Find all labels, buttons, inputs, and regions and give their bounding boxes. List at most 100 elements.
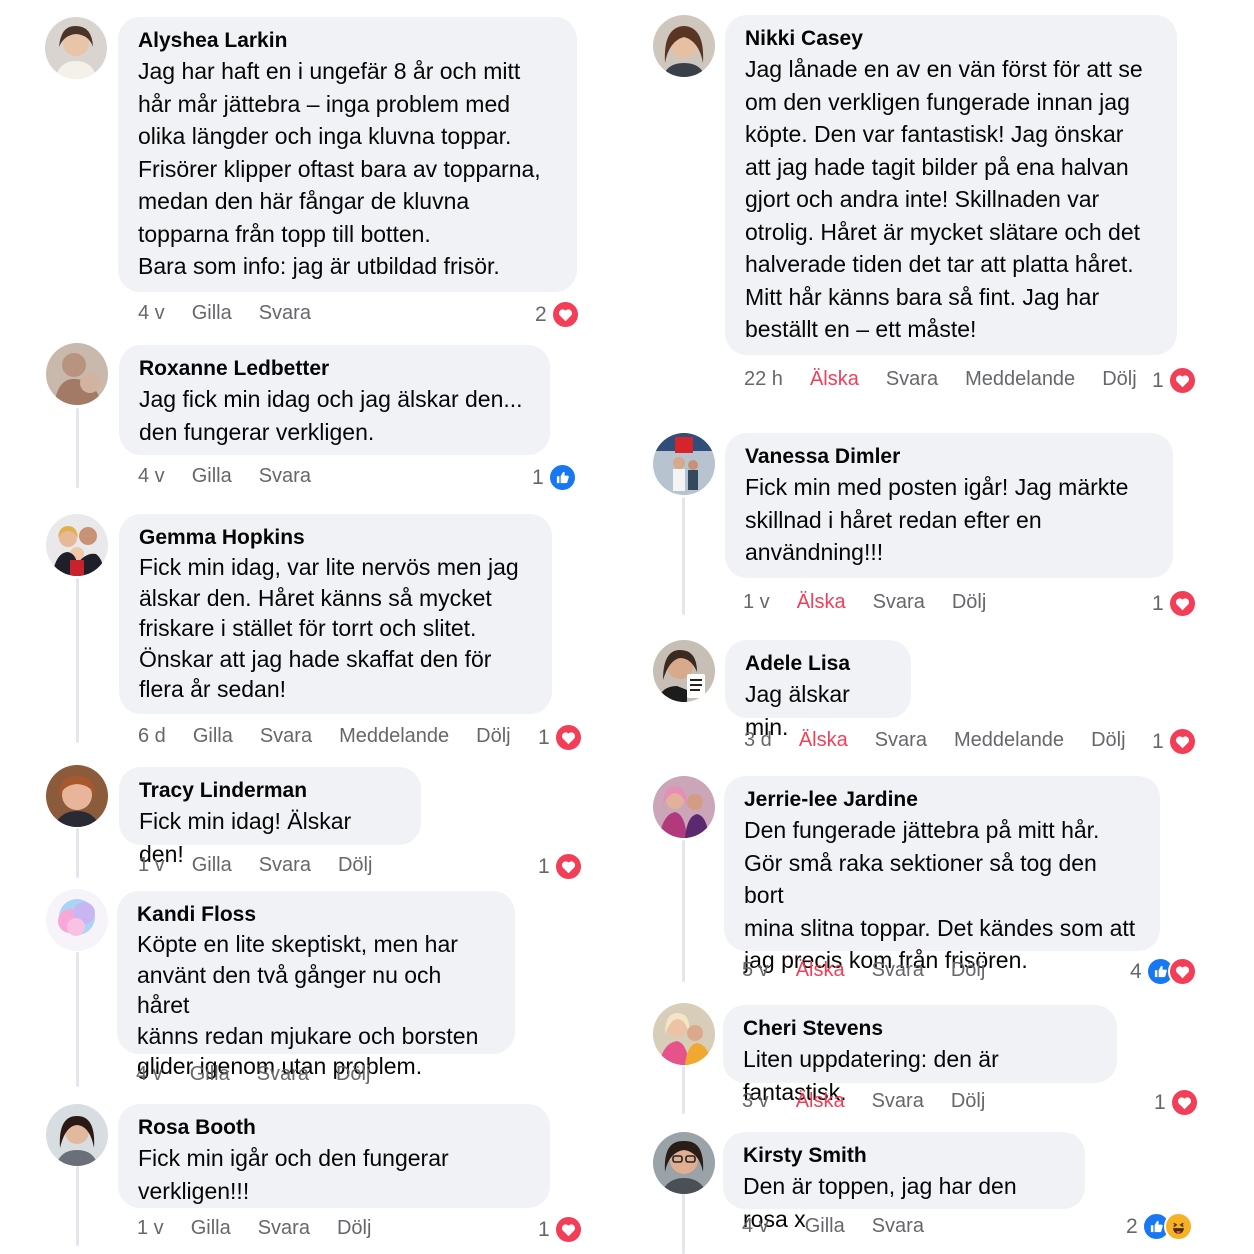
reply-action[interactable]: Svara: [257, 1063, 309, 1086]
commenter-name[interactable]: Gemma Hopkins: [139, 524, 532, 552]
reply-action[interactable]: Svara: [872, 1215, 924, 1238]
reaction-count: 1: [538, 854, 550, 878]
thread-line-right: [682, 497, 685, 615]
like-icon: [547, 463, 577, 492]
comment-time[interactable]: 5 v: [742, 959, 769, 982]
avatar[interactable]: [45, 17, 107, 79]
hide-action[interactable]: Dölj: [951, 1090, 985, 1113]
avatar[interactable]: [653, 640, 715, 702]
commenter-name[interactable]: Rosa Booth: [138, 1114, 530, 1142]
avatar[interactable]: [653, 776, 715, 838]
heart-icon: [1167, 727, 1197, 756]
message-action[interactable]: Meddelande: [954, 729, 1064, 752]
like-action[interactable]: Gilla: [192, 302, 232, 325]
comment-time[interactable]: 1 v: [138, 854, 165, 877]
hide-action[interactable]: Dölj: [476, 725, 510, 748]
avatar[interactable]: [46, 765, 108, 827]
comment-time[interactable]: 1 v: [137, 1217, 164, 1240]
love-action[interactable]: Älska: [799, 729, 848, 752]
heart-icon: [1167, 366, 1197, 395]
comment-bubble: Tracy Linderman Fick min idag! Älskar de…: [119, 767, 421, 867]
reaction-summary[interactable]: 1: [1154, 1088, 1199, 1117]
message-action[interactable]: Meddelande: [965, 368, 1075, 391]
reply-action[interactable]: Svara: [875, 729, 927, 752]
like-action[interactable]: Gilla: [191, 1217, 231, 1240]
like-action[interactable]: Gilla: [805, 1215, 845, 1238]
reaction-summary[interactable]: 1: [538, 1215, 583, 1244]
reply-action[interactable]: Svara: [258, 1217, 310, 1240]
reply-action[interactable]: Svara: [259, 302, 311, 325]
commenter-name[interactable]: Roxanne Ledbetter: [139, 355, 530, 383]
comment-actions: 22 h Älska Svara Meddelande Dölj: [744, 368, 1164, 391]
comment-actions: 3 v Älska Svara Dölj: [742, 1090, 1012, 1113]
comment-actions: 6 d Gilla Svara Meddelande Dölj: [138, 725, 538, 748]
reply-action[interactable]: Svara: [872, 959, 924, 982]
comment-time[interactable]: 4 v: [136, 1063, 163, 1086]
avatar[interactable]: [653, 15, 715, 77]
avatar[interactable]: [46, 514, 108, 576]
hide-action[interactable]: Dölj: [952, 591, 986, 614]
comment-time[interactable]: 1 v: [743, 591, 770, 614]
commenter-name[interactable]: Cheri Stevens: [743, 1015, 1097, 1043]
comment-actions: 1 v Gilla Svara Dölj: [138, 854, 399, 877]
avatar[interactable]: [46, 343, 108, 405]
like-action[interactable]: Gilla: [190, 1063, 230, 1086]
reaction-summary[interactable]: 1: [538, 723, 583, 752]
like-action[interactable]: Gilla: [193, 725, 233, 748]
avatar[interactable]: [653, 433, 715, 495]
commenter-name[interactable]: Kirsty Smith: [743, 1142, 1065, 1170]
hide-action[interactable]: Dölj: [1102, 368, 1136, 391]
reaction-summary[interactable]: 1: [1152, 727, 1197, 756]
reaction-summary[interactable]: 1: [538, 852, 583, 881]
reaction-summary[interactable]: 1: [532, 463, 577, 492]
comment-time[interactable]: 4 v: [742, 1215, 769, 1238]
comment-actions: 4 v Gilla Svara: [742, 1215, 951, 1238]
like-action[interactable]: Gilla: [192, 465, 232, 488]
reply-action[interactable]: Svara: [886, 368, 938, 391]
hide-action[interactable]: Dölj: [951, 959, 985, 982]
comment-time[interactable]: 6 d: [138, 725, 166, 748]
commenter-name[interactable]: Adele Lisa: [745, 650, 891, 678]
reply-action[interactable]: Svara: [260, 725, 312, 748]
love-action[interactable]: Älska: [796, 1090, 845, 1113]
commenter-name[interactable]: Tracy Linderman: [139, 777, 401, 805]
comment-text: Den fungerade jättebra på mitt hår. Gör …: [744, 817, 1136, 973]
commenter-name[interactable]: Vanessa Dimler: [745, 443, 1153, 471]
reply-action[interactable]: Svara: [259, 854, 311, 877]
like-action[interactable]: Gilla: [192, 854, 232, 877]
comment-time[interactable]: 4 v: [138, 302, 165, 325]
commenter-name[interactable]: Jerrie-lee Jardine: [744, 786, 1140, 814]
commenter-name[interactable]: Kandi Floss: [137, 901, 495, 929]
thread-line-right: [682, 1193, 685, 1254]
reaction-count: 1: [538, 725, 550, 749]
hide-action[interactable]: Dölj: [337, 1217, 371, 1240]
avatar[interactable]: [46, 1104, 108, 1166]
reply-action[interactable]: Svara: [873, 591, 925, 614]
reply-action[interactable]: Svara: [872, 1090, 924, 1113]
hide-action[interactable]: Dölj: [336, 1063, 370, 1086]
reaction-summary[interactable]: 2: [1126, 1212, 1193, 1241]
reaction-summary[interactable]: 4: [1130, 957, 1197, 986]
reaction-summary[interactable]: 2: [535, 300, 580, 329]
comment-bubble: Kandi Floss Köpte en lite skeptiskt, men…: [117, 891, 515, 1079]
comment-time[interactable]: 22 h: [744, 368, 783, 391]
hide-action[interactable]: Dölj: [1091, 729, 1125, 752]
love-action[interactable]: Älska: [797, 591, 846, 614]
hide-action[interactable]: Dölj: [338, 854, 372, 877]
comment-time[interactable]: 3 d: [744, 729, 772, 752]
reaction-summary[interactable]: 1: [1152, 366, 1197, 395]
commenter-name[interactable]: Alyshea Larkin: [138, 27, 557, 55]
avatar[interactable]: [653, 1132, 715, 1194]
message-action[interactable]: Meddelande: [339, 725, 449, 748]
avatar[interactable]: [46, 889, 108, 951]
avatar[interactable]: [653, 1003, 715, 1065]
comment-actions: 4 v Gilla Svara Dölj: [136, 1063, 397, 1086]
comment-time[interactable]: 4 v: [138, 465, 165, 488]
reaction-count: 2: [1126, 1214, 1138, 1238]
reaction-summary[interactable]: 1: [1152, 589, 1197, 618]
love-action[interactable]: Älska: [796, 959, 845, 982]
reply-action[interactable]: Svara: [259, 465, 311, 488]
comment-time[interactable]: 3 v: [742, 1090, 769, 1113]
commenter-name[interactable]: Nikki Casey: [745, 25, 1157, 53]
love-action[interactable]: Älska: [810, 368, 859, 391]
